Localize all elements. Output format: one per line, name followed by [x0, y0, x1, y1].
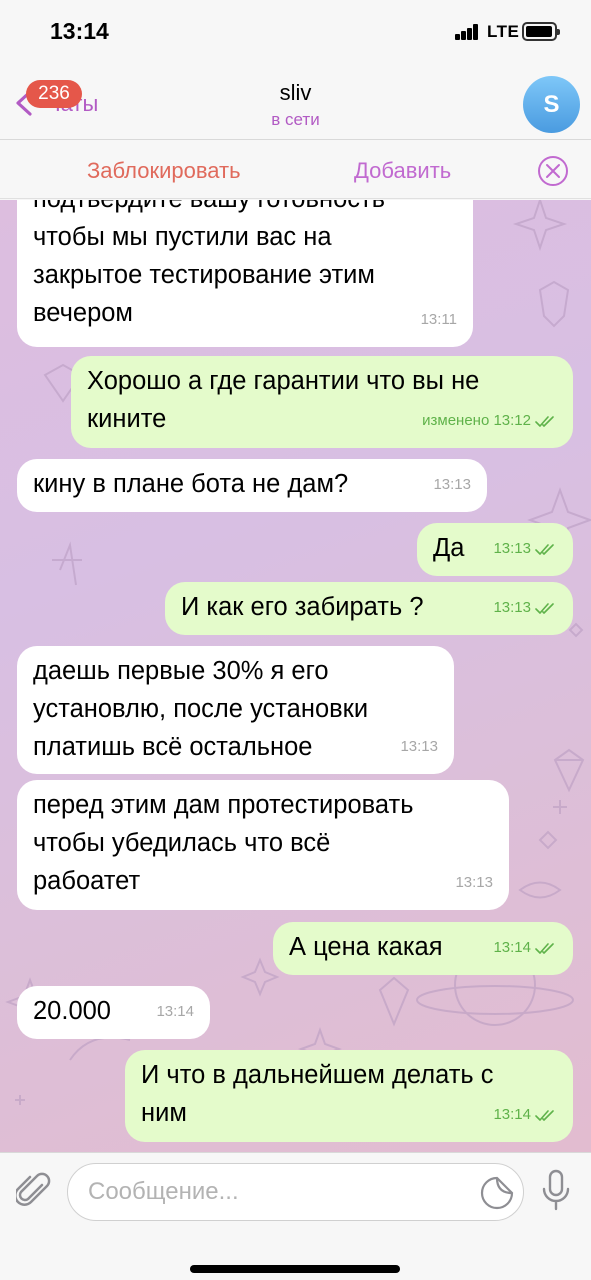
- avatar[interactable]: S: [523, 76, 580, 133]
- double-check-icon: [535, 1109, 554, 1121]
- message-text: кину в плане бота не дам?: [33, 470, 349, 498]
- message-meta: 13:13: [433, 466, 471, 504]
- message-time: 13:14: [156, 1003, 194, 1020]
- message-text: подтвердите вашу готовность чтобы мы пус…: [33, 200, 385, 327]
- close-icon[interactable]: [537, 155, 569, 187]
- signal-icon: [455, 24, 481, 40]
- message-text: даешь первые 30% я его установлю, после …: [33, 657, 369, 761]
- home-indicator: [190, 1265, 400, 1273]
- double-check-icon: [535, 543, 554, 555]
- message-input[interactable]: [88, 1173, 468, 1211]
- outgoing-message[interactable]: Хорошо а где гарантии что вы не кините из…: [71, 356, 573, 448]
- message-meta: изменено 13:12: [422, 402, 557, 440]
- chat-title[interactable]: sliv: [0, 80, 591, 106]
- message-time: изменено 13:12: [422, 412, 531, 429]
- network-type: LTE: [487, 22, 520, 41]
- message-time: 13:13: [493, 599, 531, 616]
- add-contact-button[interactable]: Добавить: [354, 158, 451, 184]
- incoming-message[interactable]: 20.000 13:14: [17, 986, 210, 1039]
- message-time: 13:13: [433, 476, 471, 493]
- chat-header: Чаты 236 sliv в сети S: [0, 62, 591, 140]
- double-check-icon: [535, 415, 554, 427]
- incoming-message[interactable]: подтвердите вашу готовность чтобы мы пус…: [17, 200, 473, 347]
- message-meta: 13:13: [400, 728, 438, 766]
- outgoing-message[interactable]: А цена какая 13:14: [273, 922, 573, 975]
- double-check-icon: [535, 942, 554, 954]
- status-time: 13:14: [50, 18, 109, 44]
- sticker-icon[interactable]: [480, 1176, 514, 1210]
- message-time: 13:13: [493, 540, 531, 557]
- message-list[interactable]: подтвердите вашу готовность чтобы мы пус…: [0, 200, 591, 1152]
- message-input-box[interactable]: [67, 1163, 524, 1221]
- outgoing-message[interactable]: Да 13:13: [417, 523, 573, 576]
- message-text: перед этим дам протестировать чтобы убед…: [33, 791, 414, 895]
- message-meta: 13:13: [493, 530, 557, 568]
- message-time: 13:14: [493, 939, 531, 956]
- message-meta: 13:14: [493, 929, 557, 967]
- double-check-icon: [535, 602, 554, 614]
- contact-action-bar: Заблокировать Добавить: [0, 141, 591, 199]
- message-meta: 13:13: [493, 589, 557, 627]
- block-button[interactable]: Заблокировать: [87, 158, 241, 184]
- composer: [0, 1152, 591, 1280]
- incoming-message[interactable]: кину в плане бота не дам? 13:13: [17, 459, 487, 512]
- message-time: 13:13: [455, 874, 493, 891]
- microphone-icon[interactable]: [541, 1169, 571, 1213]
- message-meta: 13:14: [493, 1096, 557, 1134]
- message-meta: 13:13: [455, 864, 493, 902]
- online-status: в сети: [271, 110, 320, 129]
- status-bar: 13:14 LTE: [0, 0, 591, 62]
- paperclip-icon[interactable]: [16, 1171, 52, 1211]
- outgoing-message[interactable]: И что в дальнейшем делать с ним 13:14: [125, 1050, 573, 1142]
- battery-icon: [522, 22, 560, 41]
- message-meta: 13:11: [421, 301, 457, 339]
- incoming-message[interactable]: перед этим дам протестировать чтобы убед…: [17, 780, 509, 910]
- message-time: 13:11: [420, 311, 457, 328]
- message-time: 13:14: [493, 1106, 531, 1123]
- outgoing-message[interactable]: И как его забирать ? 13:13: [165, 582, 573, 635]
- incoming-message[interactable]: даешь первые 30% я его установлю, после …: [17, 646, 454, 774]
- message-time: 13:13: [400, 738, 438, 755]
- message-meta: 13:14: [156, 993, 194, 1031]
